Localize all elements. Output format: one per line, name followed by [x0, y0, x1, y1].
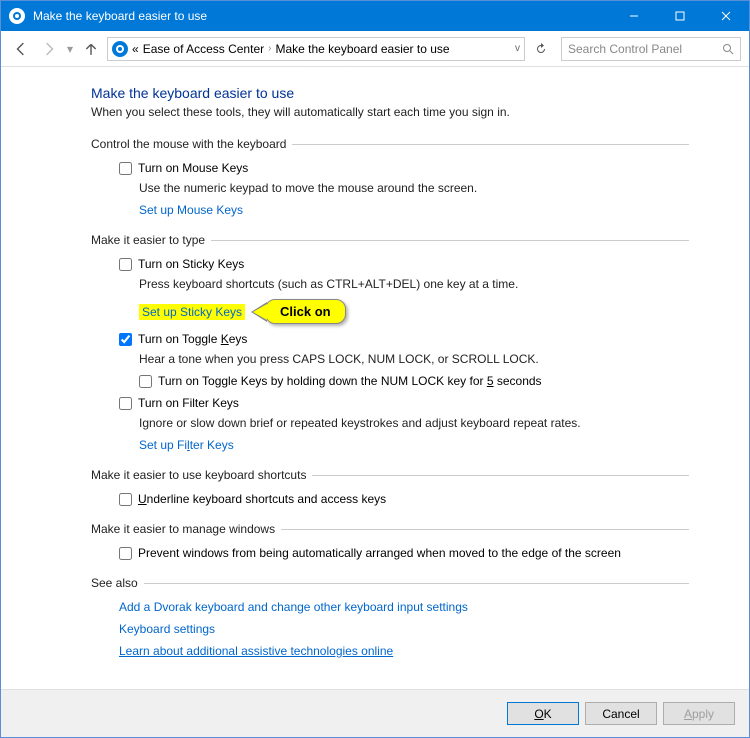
keyboard-settings-link[interactable]: Keyboard settings — [119, 622, 689, 636]
group-mouse: Control the mouse with the keyboard Turn… — [91, 137, 689, 217]
refresh-button[interactable] — [529, 37, 553, 61]
control-panel-window: Make the keyboard easier to use ▾ « Ease… — [0, 0, 750, 738]
dialog-footer: OK Cancel Apply — [1, 689, 749, 737]
nav-dropdown-icon[interactable]: ▾ — [67, 42, 73, 56]
forward-button[interactable] — [37, 37, 61, 61]
group-type: Make it easier to type Turn on Sticky Ke… — [91, 233, 689, 452]
page-subtitle: When you select these tools, they will a… — [91, 105, 689, 119]
sticky-keys-checkbox[interactable] — [119, 258, 132, 271]
callout-arrow-icon — [251, 302, 267, 322]
group-title: Make it easier to manage windows — [91, 522, 689, 536]
window-controls — [611, 1, 749, 31]
setup-filter-keys-link[interactable]: Set up Filter Keys — [139, 438, 234, 452]
ok-button[interactable]: OK — [507, 702, 579, 725]
mouse-keys-checkbox[interactable] — [119, 162, 132, 175]
underline-shortcuts-label: Underline keyboard shortcuts and access … — [138, 492, 386, 506]
toggle-keys-numlock-label: Turn on Toggle Keys by holding down the … — [158, 374, 542, 388]
breadcrumb[interactable]: « Ease of Access Center › Make the keybo… — [107, 37, 525, 61]
breadcrumb-item[interactable]: Ease of Access Center — [143, 42, 264, 56]
group-windows: Make it easier to manage windows Prevent… — [91, 522, 689, 560]
search-icon — [722, 43, 734, 55]
location-icon — [112, 41, 128, 57]
underline-shortcuts-checkbox[interactable] — [119, 493, 132, 506]
callout-annotation: Click on — [251, 299, 346, 324]
toggle-keys-checkbox[interactable] — [119, 333, 132, 346]
chevron-right-icon: › — [268, 43, 271, 54]
filter-keys-desc: Ignore or slow down brief or repeated ke… — [139, 416, 689, 430]
address-dropdown-icon[interactable]: v — [515, 43, 520, 54]
breadcrumb-item[interactable]: Make the keyboard easier to use — [275, 42, 449, 56]
sticky-keys-label: Turn on Sticky Keys — [138, 257, 244, 271]
watermark: TenForums.com — [1, 67, 749, 70]
content-area: TenForums.com Make the keyboard easier t… — [1, 67, 749, 689]
setup-mouse-keys-link[interactable]: Set up Mouse Keys — [139, 203, 243, 217]
mouse-keys-desc: Use the numeric keypad to move the mouse… — [139, 181, 689, 195]
maximize-button[interactable] — [657, 1, 703, 31]
titlebar: Make the keyboard easier to use — [1, 1, 749, 31]
up-button[interactable] — [79, 37, 103, 61]
toggle-keys-desc: Hear a tone when you press CAPS LOCK, NU… — [139, 352, 689, 366]
filter-keys-label: Turn on Filter Keys — [138, 396, 239, 410]
group-title: See also — [91, 576, 689, 590]
group-title: Make it easier to type — [91, 233, 689, 247]
setup-sticky-keys-link[interactable]: Set up Sticky Keys — [139, 304, 245, 320]
window-title: Make the keyboard easier to use — [33, 9, 611, 23]
group-title: Make it easier to use keyboard shortcuts — [91, 468, 689, 482]
prevent-arrange-checkbox[interactable] — [119, 547, 132, 560]
apply-button[interactable]: Apply — [663, 702, 735, 725]
group-title: Control the mouse with the keyboard — [91, 137, 689, 151]
mouse-keys-label: Turn on Mouse Keys — [138, 161, 248, 175]
toggle-keys-label: Turn on Toggle Keys — [138, 332, 247, 346]
prevent-arrange-label: Prevent windows from being automatically… — [138, 546, 621, 560]
sticky-keys-desc: Press keyboard shortcuts (such as CTRL+A… — [139, 277, 689, 291]
control-panel-icon — [9, 8, 25, 24]
group-seealso: See also Add a Dvorak keyboard and chang… — [91, 576, 689, 658]
dvorak-link[interactable]: Add a Dvorak keyboard and change other k… — [119, 600, 689, 614]
navbar: ▾ « Ease of Access Center › Make the key… — [1, 31, 749, 67]
toggle-keys-numlock-checkbox[interactable] — [139, 375, 152, 388]
minimize-button[interactable] — [611, 1, 657, 31]
back-button[interactable] — [9, 37, 33, 61]
filter-keys-checkbox[interactable] — [119, 397, 132, 410]
search-input[interactable]: Search Control Panel — [561, 37, 741, 61]
group-shortcuts: Make it easier to use keyboard shortcuts… — [91, 468, 689, 506]
breadcrumb-prefix: « — [132, 42, 139, 56]
close-button[interactable] — [703, 1, 749, 31]
callout-text: Click on — [265, 299, 346, 324]
search-placeholder: Search Control Panel — [568, 42, 682, 56]
page-heading: Make the keyboard easier to use — [91, 85, 689, 101]
cancel-button[interactable]: Cancel — [585, 702, 657, 725]
assistive-tech-link[interactable]: Learn about additional assistive technol… — [119, 644, 689, 658]
